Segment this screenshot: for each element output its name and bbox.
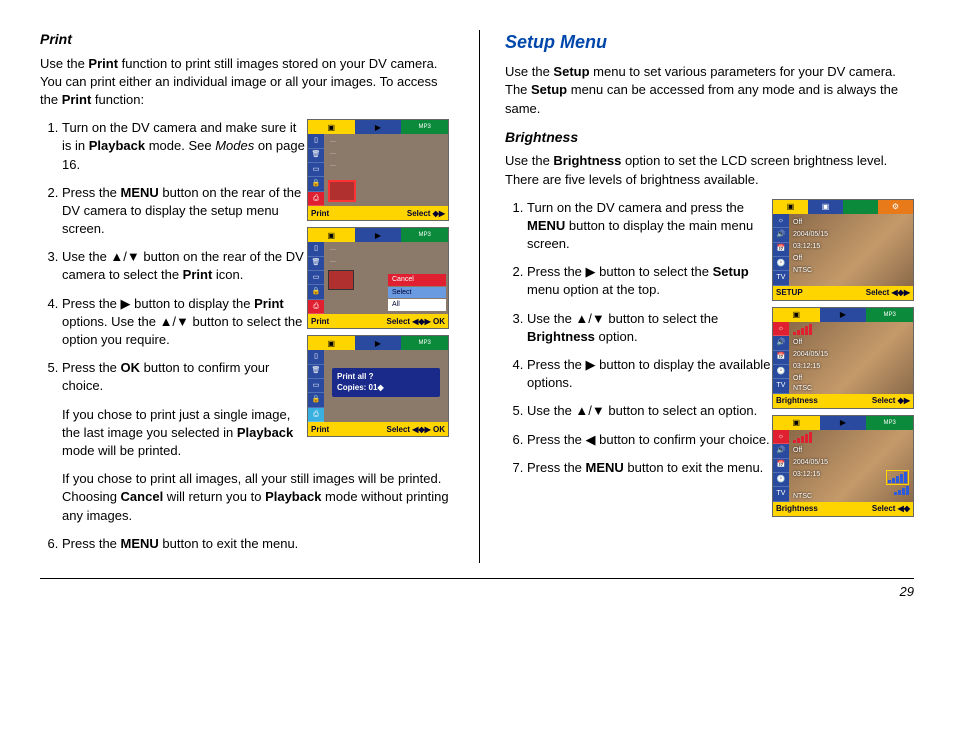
tab-icon: ▶ (355, 120, 402, 134)
step-6: Press the MENU button to exit the menu. (62, 535, 449, 553)
print-para-all: If you chose to print all images, all yo… (62, 470, 449, 525)
setup-lcd-3: ▣ ▶ MP3 ☼ 🔊📅🕐TV Off 2004/05/15 (772, 415, 914, 517)
setup-lcd-1: ▣ ▣ ⚙ ☼ 🔊 📅 🕐 TV Off 2004/05/15 (772, 199, 914, 301)
left-column: Print Use the Print function to print st… (40, 30, 449, 563)
setup-tab-icon: ⚙ (878, 200, 913, 214)
clock-icon: 🕐 (773, 257, 789, 271)
brightness-icon: ☼ (773, 214, 789, 228)
setup-menu-heading: Setup Menu (505, 30, 914, 55)
brightness-intro: Use the Brightness option to set the LCD… (505, 152, 914, 188)
print-lcd-1: ▣ ▶ MP3 ▯ 🗑 ▭ 🔒 ⎙ ··· ··· ··· (307, 119, 449, 221)
page-footer: 29 (40, 578, 914, 601)
sound-icon: 🔊 (773, 228, 789, 242)
brightness-heading: Brightness (505, 128, 914, 148)
date-icon: 📅 (773, 243, 789, 257)
print-dialog: Print all ? Copies: 01◆ (332, 368, 440, 396)
print-lcd-2: ▣ ▶ MP3 ▯🗑▭🔒 ⎙ ··· ··· ··· (307, 227, 449, 329)
print-heading: Print (40, 30, 449, 50)
camera-icon: ▣ (808, 200, 843, 214)
tab-mp3-icon: MP3 (401, 120, 448, 134)
page-columns: Print Use the Print function to print st… (40, 30, 914, 563)
setup-lcd-2: ▣ ▶ MP3 ☼ 🔊📅🕐TV Off 2004/05/15 (772, 307, 914, 409)
tab-playback-icon: ▣ (308, 120, 355, 134)
page-number: 29 (900, 584, 914, 599)
setup-intro: Use the Setup menu to set various parame… (505, 63, 914, 118)
brightness-icon-sel: ☼ (773, 322, 789, 336)
thumb-selected (328, 180, 356, 202)
battery-icon: ▯ (308, 134, 324, 148)
slideshow-icon: ▭ (308, 163, 324, 177)
print-lcd-3: ▣ ▶ MP3 ▯🗑▭🔒 ⎙ Print all ? Copies: 01◆ (307, 335, 449, 437)
lock-icon: 🔒 (308, 177, 324, 191)
print-icon: ⎙ (308, 192, 324, 206)
right-column: Setup Menu Use the Setup menu to set var… (479, 30, 914, 563)
print-intro: Use the Print function to print still im… (40, 55, 449, 110)
trash-icon: 🗑 (308, 149, 324, 163)
tv-icon: TV (773, 271, 789, 285)
